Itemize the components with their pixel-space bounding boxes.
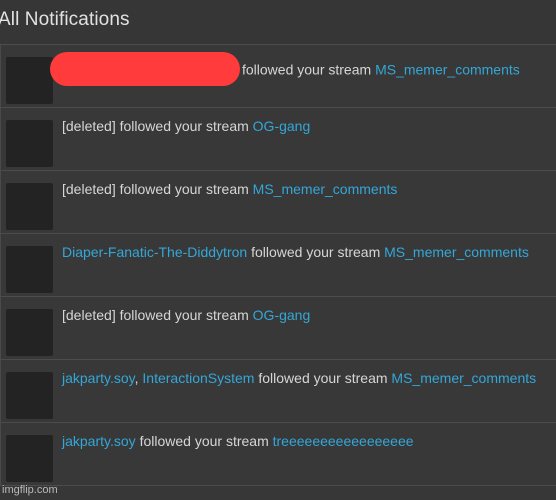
actor-name: [deleted]	[62, 181, 116, 197]
stream-link[interactable]: MS_memer_comments	[375, 62, 520, 78]
notification-list: followed your stream MS_memer_comments […	[0, 44, 556, 486]
notification-row[interactable]: jakparty.soy, InteractionSystem followed…	[0, 360, 556, 423]
notifications-header: All Notifications	[0, 0, 556, 44]
actor-link[interactable]: jakparty.soy	[62, 433, 136, 449]
stream-link[interactable]: OG-gang	[253, 118, 311, 134]
notification-text: [deleted] followed your stream OG-gang	[62, 307, 310, 324]
avatar[interactable]	[6, 57, 53, 104]
notification-action: followed your stream	[119, 181, 249, 197]
notification-action: followed your stream	[258, 370, 388, 386]
notification-row[interactable]: [deleted] followed your stream OG-gang	[0, 297, 556, 360]
notification-row[interactable]: jakparty.soy followed your stream treeee…	[0, 423, 556, 486]
stream-link[interactable]: MS_memer_comments	[391, 370, 536, 386]
redaction-scribble	[50, 52, 240, 86]
notification-row[interactable]: Diaper-Fanatic-The-Diddytron followed yo…	[0, 234, 556, 297]
notification-text: [deleted] followed your stream MS_memer_…	[62, 181, 397, 198]
actor-link-2[interactable]: InteractionSystem	[142, 370, 254, 386]
notification-text: followed your stream MS_memer_comments	[50, 52, 520, 88]
avatar[interactable]	[6, 435, 53, 482]
stream-link[interactable]: OG-gang	[253, 307, 311, 323]
avatar[interactable]	[6, 246, 53, 293]
notification-action: followed your stream	[119, 307, 249, 323]
actor-link[interactable]: jakparty.soy	[62, 370, 135, 386]
watermark: imgflip.com	[2, 484, 58, 496]
actor-name: [deleted]	[62, 118, 116, 134]
avatar[interactable]	[6, 183, 53, 230]
actor-separator: ,	[134, 370, 139, 386]
notification-action: followed your stream	[251, 244, 381, 260]
stream-link[interactable]: MS_memer_comments	[384, 244, 529, 260]
notification-row[interactable]: followed your stream MS_memer_comments	[0, 45, 556, 108]
stream-link[interactable]: MS_memer_comments	[253, 181, 398, 197]
avatar[interactable]	[6, 120, 53, 167]
notification-text: Diaper-Fanatic-The-Diddytron followed yo…	[62, 244, 529, 261]
notification-action: followed your stream	[139, 433, 269, 449]
page-title: All Notifications	[0, 9, 130, 30]
notification-text: [deleted] followed your stream OG-gang	[62, 118, 310, 135]
notification-action: followed your stream	[119, 118, 249, 134]
actor-link[interactable]: Diaper-Fanatic-The-Diddytron	[62, 244, 247, 260]
notification-row[interactable]: [deleted] followed your stream MS_memer_…	[0, 171, 556, 234]
notification-text: jakparty.soy, InteractionSystem followed…	[62, 370, 536, 387]
notification-action: followed your stream	[242, 61, 372, 78]
notification-text: jakparty.soy followed your stream treeee…	[62, 433, 414, 450]
actor-name: [deleted]	[62, 307, 116, 323]
avatar[interactable]	[6, 309, 53, 356]
notification-row[interactable]: [deleted] followed your stream OG-gang	[0, 108, 556, 171]
stream-link[interactable]: treeeeeeeeeeeeeeeee	[273, 433, 414, 449]
avatar[interactable]	[6, 372, 53, 419]
